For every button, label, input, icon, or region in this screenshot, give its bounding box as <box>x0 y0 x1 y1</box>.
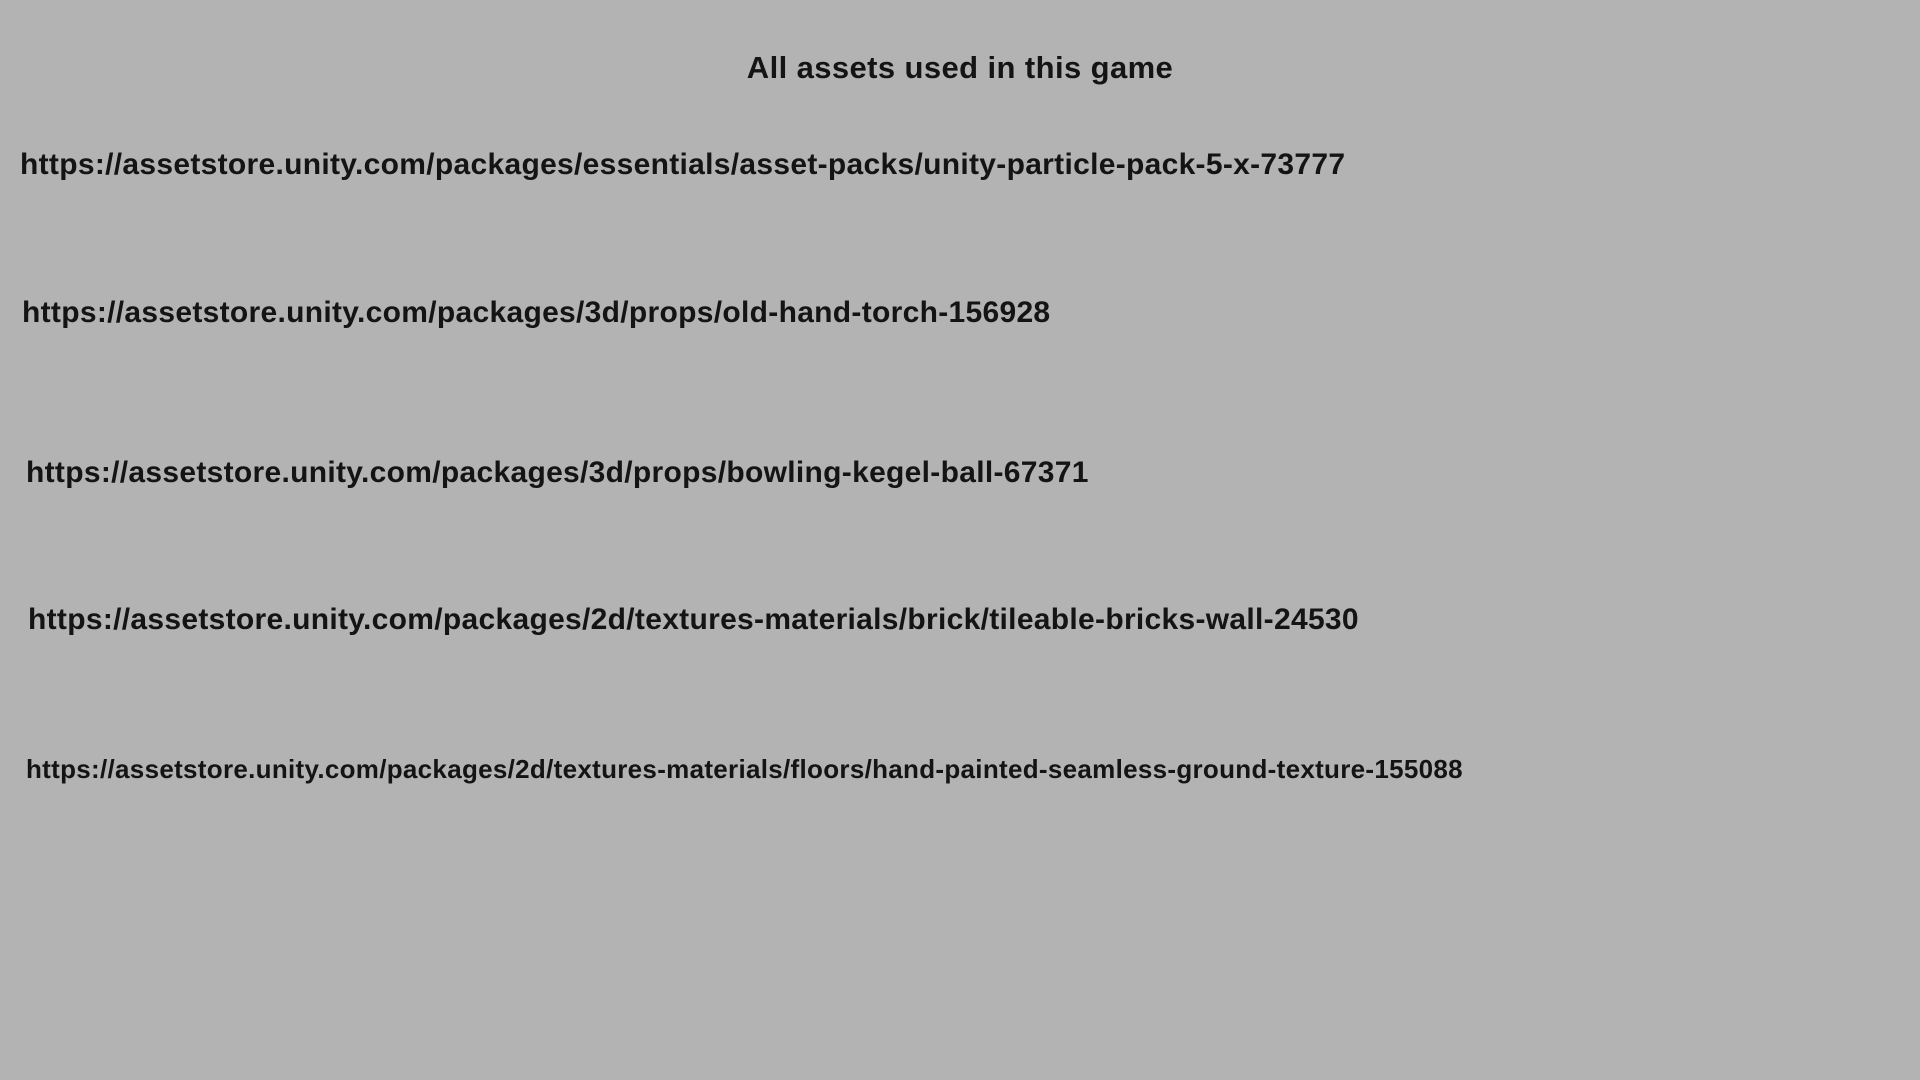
asset-credit-url: https://assetstore.unity.com/packages/3d… <box>26 456 1089 489</box>
asset-credit-url: https://assetstore.unity.com/packages/3d… <box>22 296 1051 329</box>
asset-credit-url: https://assetstore.unity.com/packages/2d… <box>26 754 1463 784</box>
asset-credit-url: https://assetstore.unity.com/packages/es… <box>20 148 1346 181</box>
asset-credit-url: https://assetstore.unity.com/packages/2d… <box>28 603 1359 636</box>
credits-title: All assets used in this game <box>746 50 1174 85</box>
credits-screen: All assets used in this game https://ass… <box>0 0 1920 1080</box>
